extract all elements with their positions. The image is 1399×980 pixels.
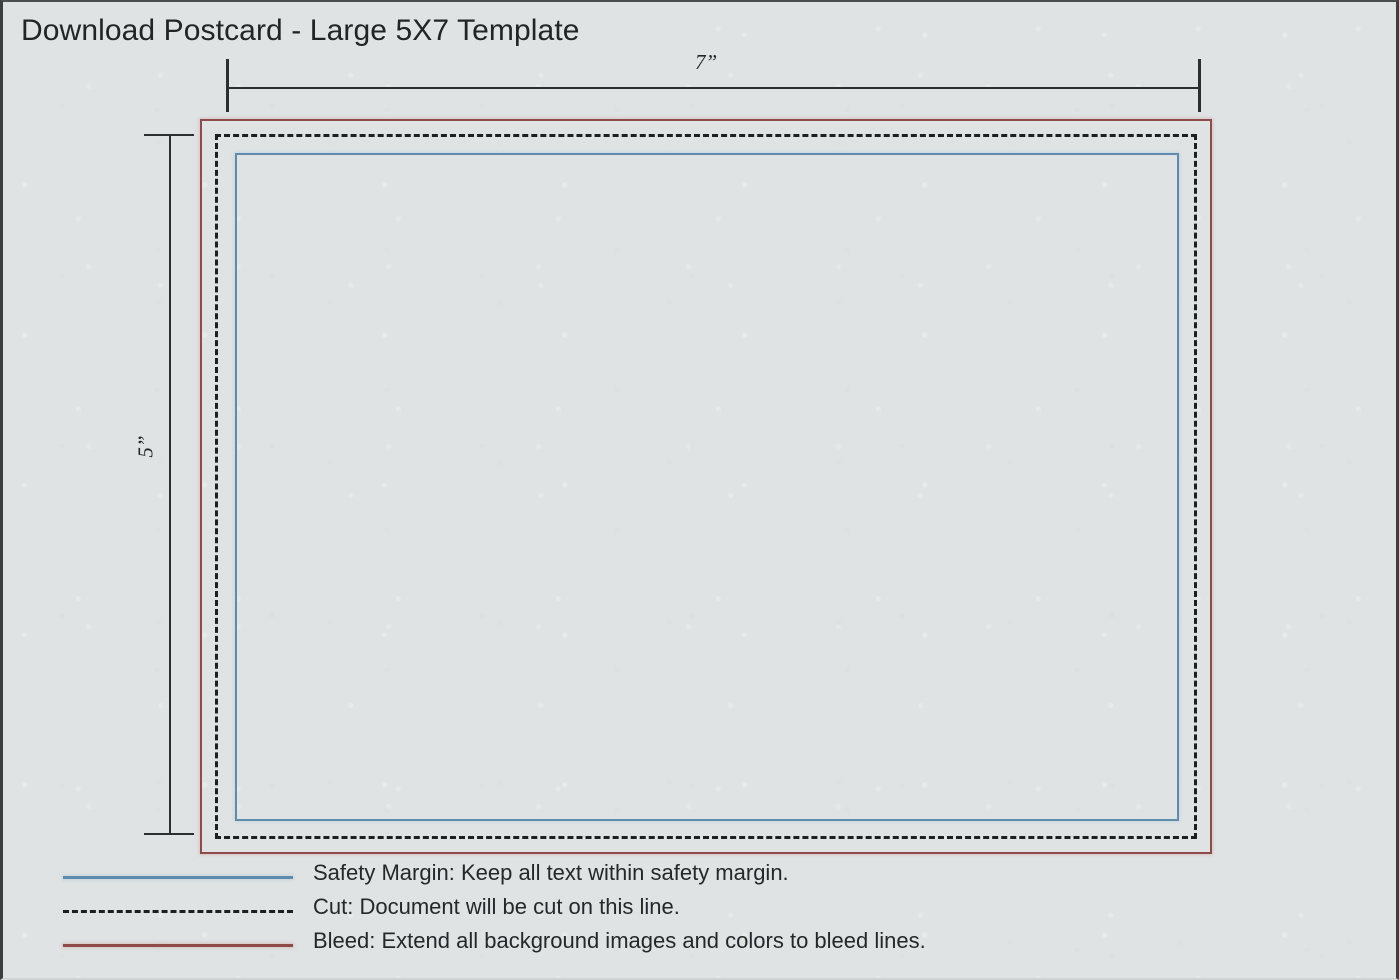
page-title: Download Postcard - Large 5X7 Template (21, 14, 580, 47)
legend: Safety Margin: Keep all text within safe… (3, 860, 1396, 962)
legend-item-label: Cut: Document will be cut on this line. (313, 894, 680, 919)
width-dimension-tick-right (1198, 59, 1201, 112)
bleed-line-swatch-icon (63, 944, 293, 947)
height-dimension-line (169, 135, 171, 834)
legend-item-label: Safety Margin: Keep all text within safe… (313, 860, 789, 885)
legend-item-safety-margin: Safety Margin: Keep all text within safe… (3, 860, 1396, 894)
safety-margin-swatch-icon (63, 876, 293, 879)
cut-line-swatch-icon (63, 910, 293, 913)
width-dimension-line (227, 87, 1199, 89)
safety-margin-rect (235, 153, 1179, 821)
height-dimension-tick-top (144, 134, 194, 136)
legend-item-label: Bleed: Extend all background images and … (313, 928, 926, 953)
width-dimension-tick-left (226, 59, 229, 112)
height-dimension-tick-bottom (144, 833, 194, 835)
width-dimension-label: 7” (695, 50, 718, 74)
legend-item-cut: Cut: Document will be cut on this line. (3, 894, 1396, 928)
postcard-template-canvas: Download Postcard - Large 5X7 Template 7… (0, 0, 1399, 980)
legend-item-bleed: Bleed: Extend all background images and … (3, 928, 1396, 962)
height-dimension-label: 5” (133, 435, 158, 458)
